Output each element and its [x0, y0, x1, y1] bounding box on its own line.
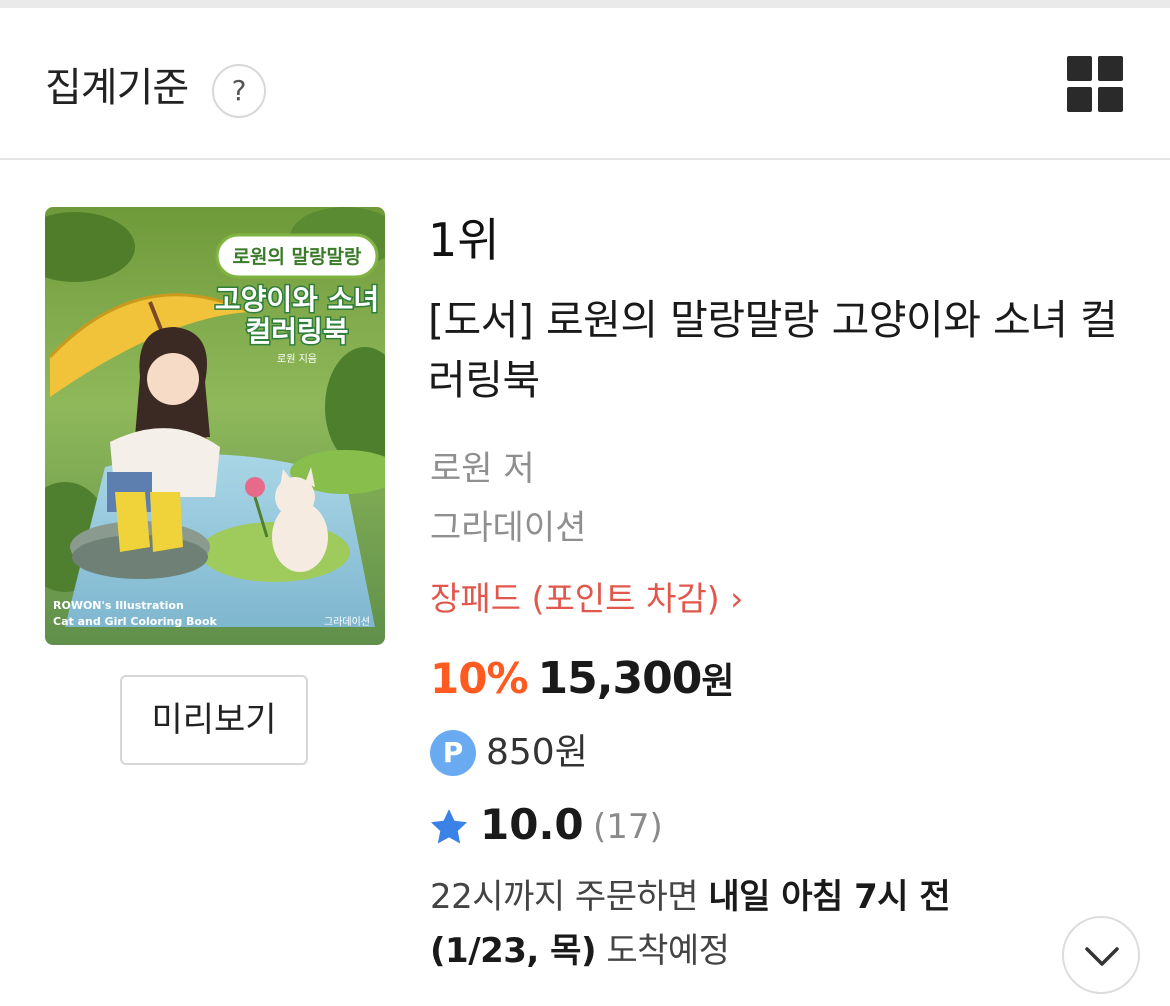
- cover-en-line2: Cat and Girl Coloring Book: [53, 615, 218, 628]
- review-count: (17): [593, 807, 663, 847]
- top-strip: [0, 0, 1170, 8]
- delivery-info: 22시까지 주문하면 내일 아침 7시 전(1/23, 목) 도착예정: [430, 870, 990, 978]
- cover-title-line2: 컬러링북: [245, 315, 348, 348]
- book-cover-image[interactable]: 로원의 말랑말랑 고양이와 소녀 컬러링북 로원 지음 ROWON's Illu…: [45, 207, 385, 645]
- rating-score: 10.0: [480, 800, 584, 849]
- cover-en-line1: ROWON's Illustration: [53, 599, 184, 612]
- price-unit: 원: [701, 661, 735, 702]
- ranking-header: 집계기준 ?: [0, 8, 1170, 158]
- rank-label: 1위: [428, 213, 500, 267]
- publisher-name[interactable]: 그라데이션: [430, 505, 586, 551]
- grid-view-icon[interactable]: [1067, 56, 1123, 112]
- product-title[interactable]: [도서] 로원의 말랑말랑 고양이와 소녀 컬러링북: [428, 290, 1128, 410]
- cover-publisher: 그라데이션: [324, 616, 370, 628]
- header-divider: [0, 158, 1170, 160]
- sale-price: 15,300: [537, 653, 703, 704]
- author-name[interactable]: 로원 저: [430, 446, 535, 492]
- gift-option-link[interactable]: 장패드 (포인트 차감) ›: [430, 576, 743, 622]
- cover-author: 로원 지음: [277, 353, 317, 365]
- point-icon: P: [430, 730, 476, 776]
- criteria-title: 집계기준: [45, 65, 189, 111]
- cover-series-title: 로원의 말랑말랑: [233, 246, 362, 268]
- cover-title-line1: 고양이와 소녀: [215, 283, 379, 316]
- discount-rate: 10%: [430, 654, 529, 703]
- preview-button[interactable]: 미리보기: [120, 675, 308, 765]
- chevron-down-icon: [1085, 947, 1119, 966]
- expand-button[interactable]: [1062, 916, 1140, 994]
- point-amount: 850원: [486, 732, 588, 773]
- delivery-prefix: 22시까지 주문하면: [430, 877, 709, 917]
- criteria-help-button[interactable]: ?: [212, 64, 266, 118]
- star-icon: [430, 809, 468, 844]
- delivery-suffix: 도착예정: [596, 931, 730, 971]
- price-row: 10% 15,300원: [430, 652, 734, 708]
